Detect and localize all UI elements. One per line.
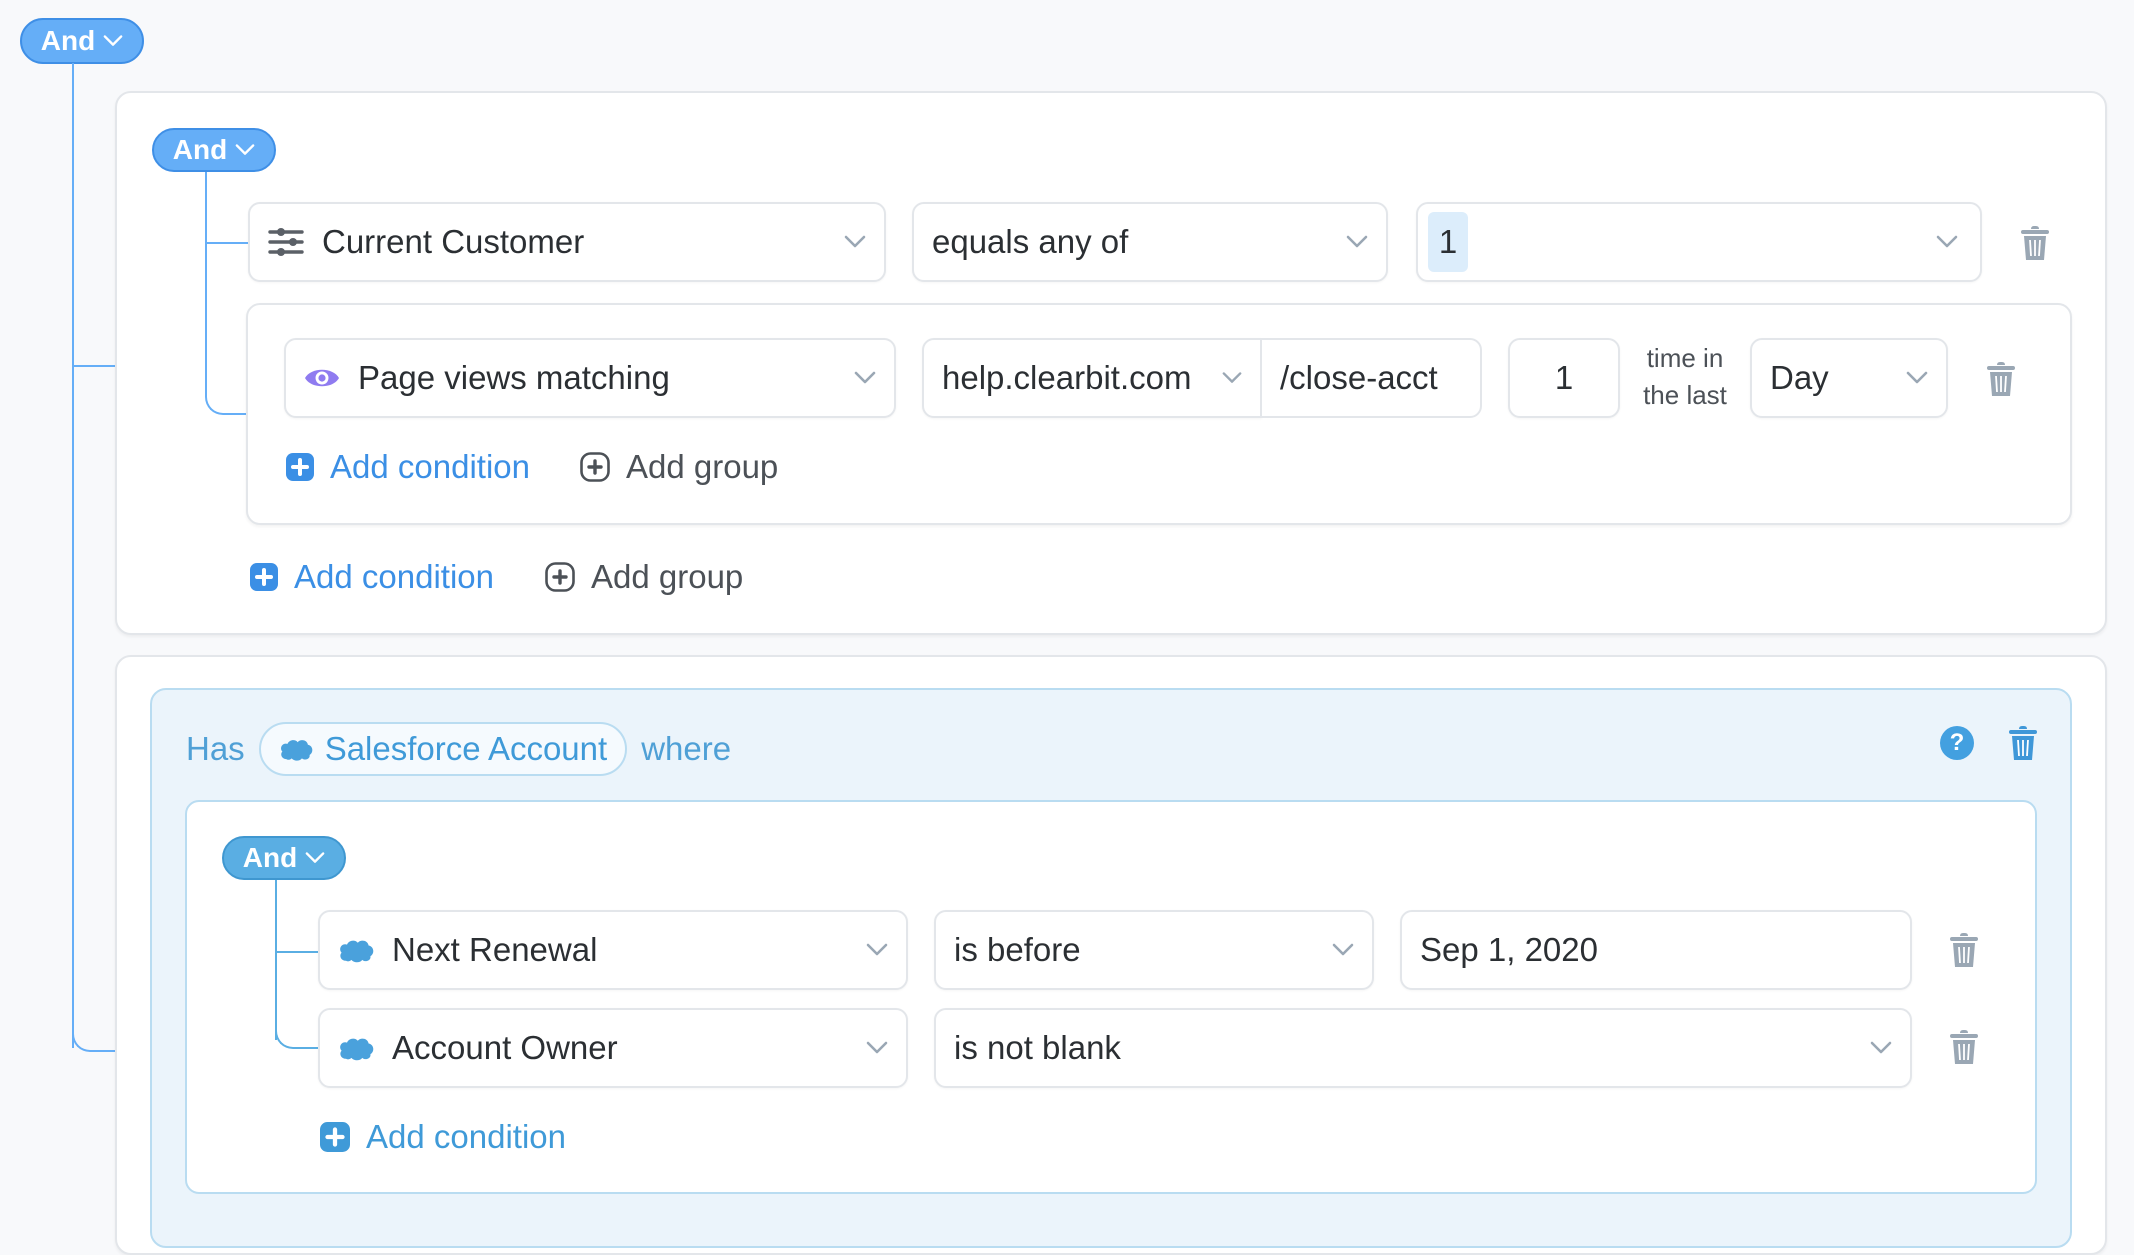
- time-label-line1: time in: [1646, 343, 1724, 373]
- domain-select-value: help.clearbit.com: [942, 359, 1192, 396]
- add-condition-button[interactable]: Add condition: [250, 558, 494, 596]
- chevron-down-icon: [235, 143, 255, 157]
- trash-icon[interactable]: [2021, 226, 2049, 260]
- tree-connector: [72, 1000, 117, 1052]
- plus-outline-icon: [580, 452, 610, 482]
- operator-select-value: is not blank: [954, 1029, 1121, 1066]
- add-group-label: Add group: [591, 558, 744, 595]
- inner-operator-label: And: [242, 842, 298, 873]
- operator-select[interactable]: is not blank: [934, 1008, 1912, 1088]
- field-select[interactable]: Current Customer: [248, 202, 886, 282]
- add-condition-button[interactable]: Add condition: [320, 1118, 566, 1156]
- object-select-pill[interactable]: Salesforce Account: [258, 722, 628, 776]
- add-condition-label: Add condition: [330, 448, 530, 485]
- tree-connector: [205, 172, 207, 372]
- value-chip[interactable]: 1: [1428, 212, 1468, 272]
- plus-square-icon: [250, 563, 278, 591]
- chevron-down-icon: [1332, 943, 1354, 957]
- eye-icon: [304, 366, 340, 390]
- add-condition-label: Add condition: [366, 1118, 566, 1155]
- tree-connector: [205, 242, 249, 244]
- question-circle-icon[interactable]: ?: [1940, 726, 1974, 760]
- value-multiselect[interactable]: 1: [1416, 202, 1982, 282]
- object-label: Salesforce Account: [324, 730, 608, 767]
- field-select[interactable]: Next Renewal: [318, 910, 908, 990]
- group-operator-label: And: [172, 134, 228, 165]
- group-operator-button[interactable]: And: [152, 128, 276, 172]
- plus-outline-icon: [545, 562, 575, 592]
- period-select-value: Day: [1770, 359, 1829, 396]
- field-select-value: Page views matching: [358, 359, 670, 396]
- trash-icon[interactable]: [1950, 1030, 1978, 1064]
- time-in-the-last-label: time in the last: [1630, 340, 1740, 414]
- operator-select[interactable]: equals any of: [912, 202, 1388, 282]
- chevron-down-icon: [866, 1041, 888, 1055]
- tree-connector: [72, 365, 117, 367]
- date-input[interactable]: Sep 1, 2020: [1400, 910, 1912, 990]
- chevron-down-icon: [844, 235, 866, 249]
- salesforce-cloud-icon: [338, 1035, 374, 1061]
- chevron-down-icon: [1222, 371, 1242, 385]
- time-label-line2: the last: [1643, 380, 1727, 410]
- path-input-value: /close-acct: [1280, 359, 1438, 396]
- field-select-value: Account Owner: [392, 1029, 618, 1066]
- field-select[interactable]: Account Owner: [318, 1008, 908, 1088]
- chevron-down-icon: [854, 371, 876, 385]
- trash-icon[interactable]: [1987, 362, 2015, 396]
- field-select-value: Current Customer: [322, 223, 585, 260]
- count-input[interactable]: 1: [1508, 338, 1620, 418]
- plus-square-icon: [286, 453, 314, 481]
- trash-icon[interactable]: [2009, 726, 2037, 760]
- root-operator-label: And: [40, 25, 96, 56]
- chevron-down-icon: [866, 943, 888, 957]
- salesforce-cloud-icon: [338, 937, 374, 963]
- has-object-header: Has Salesforce Account where: [186, 722, 731, 776]
- chevron-down-icon: [1870, 1041, 1892, 1055]
- add-condition-button[interactable]: Add condition: [286, 448, 530, 486]
- trash-icon[interactable]: [1950, 933, 1978, 967]
- plus-square-icon: [320, 1122, 350, 1152]
- inner-operator-button[interactable]: And: [222, 836, 346, 880]
- chevron-down-icon: [1346, 235, 1368, 249]
- chevron-down-icon: [305, 851, 325, 865]
- sliders-icon: [268, 228, 304, 256]
- add-group-button[interactable]: Add group: [545, 558, 743, 596]
- date-input-value: Sep 1, 2020: [1420, 931, 1598, 968]
- tree-connector: [275, 951, 319, 953]
- salesforce-cloud-icon: [279, 737, 313, 761]
- tree-connector: [205, 360, 249, 415]
- chevron-down-icon: [1906, 371, 1928, 385]
- tree-connector: [72, 63, 74, 1048]
- field-select-value: Next Renewal: [392, 931, 598, 968]
- operator-select-value: is before: [954, 931, 1081, 968]
- field-select[interactable]: Page views matching: [284, 338, 896, 418]
- chevron-down-icon: [1936, 235, 1958, 249]
- has-label: Has: [186, 730, 245, 767]
- domain-select[interactable]: help.clearbit.com: [922, 338, 1262, 418]
- period-select[interactable]: Day: [1750, 338, 1948, 418]
- where-label: where: [641, 730, 732, 767]
- root-operator-button[interactable]: And: [20, 18, 144, 64]
- chevron-down-icon: [103, 34, 123, 48]
- path-input[interactable]: /close-acct: [1260, 338, 1482, 418]
- count-input-value: 1: [1554, 359, 1574, 396]
- operator-select[interactable]: is before: [934, 910, 1374, 990]
- add-condition-label: Add condition: [294, 558, 494, 595]
- operator-select-value: equals any of: [932, 223, 1129, 260]
- tree-connector: [275, 1000, 319, 1049]
- add-group-label: Add group: [626, 448, 779, 485]
- add-group-button[interactable]: Add group: [580, 448, 778, 486]
